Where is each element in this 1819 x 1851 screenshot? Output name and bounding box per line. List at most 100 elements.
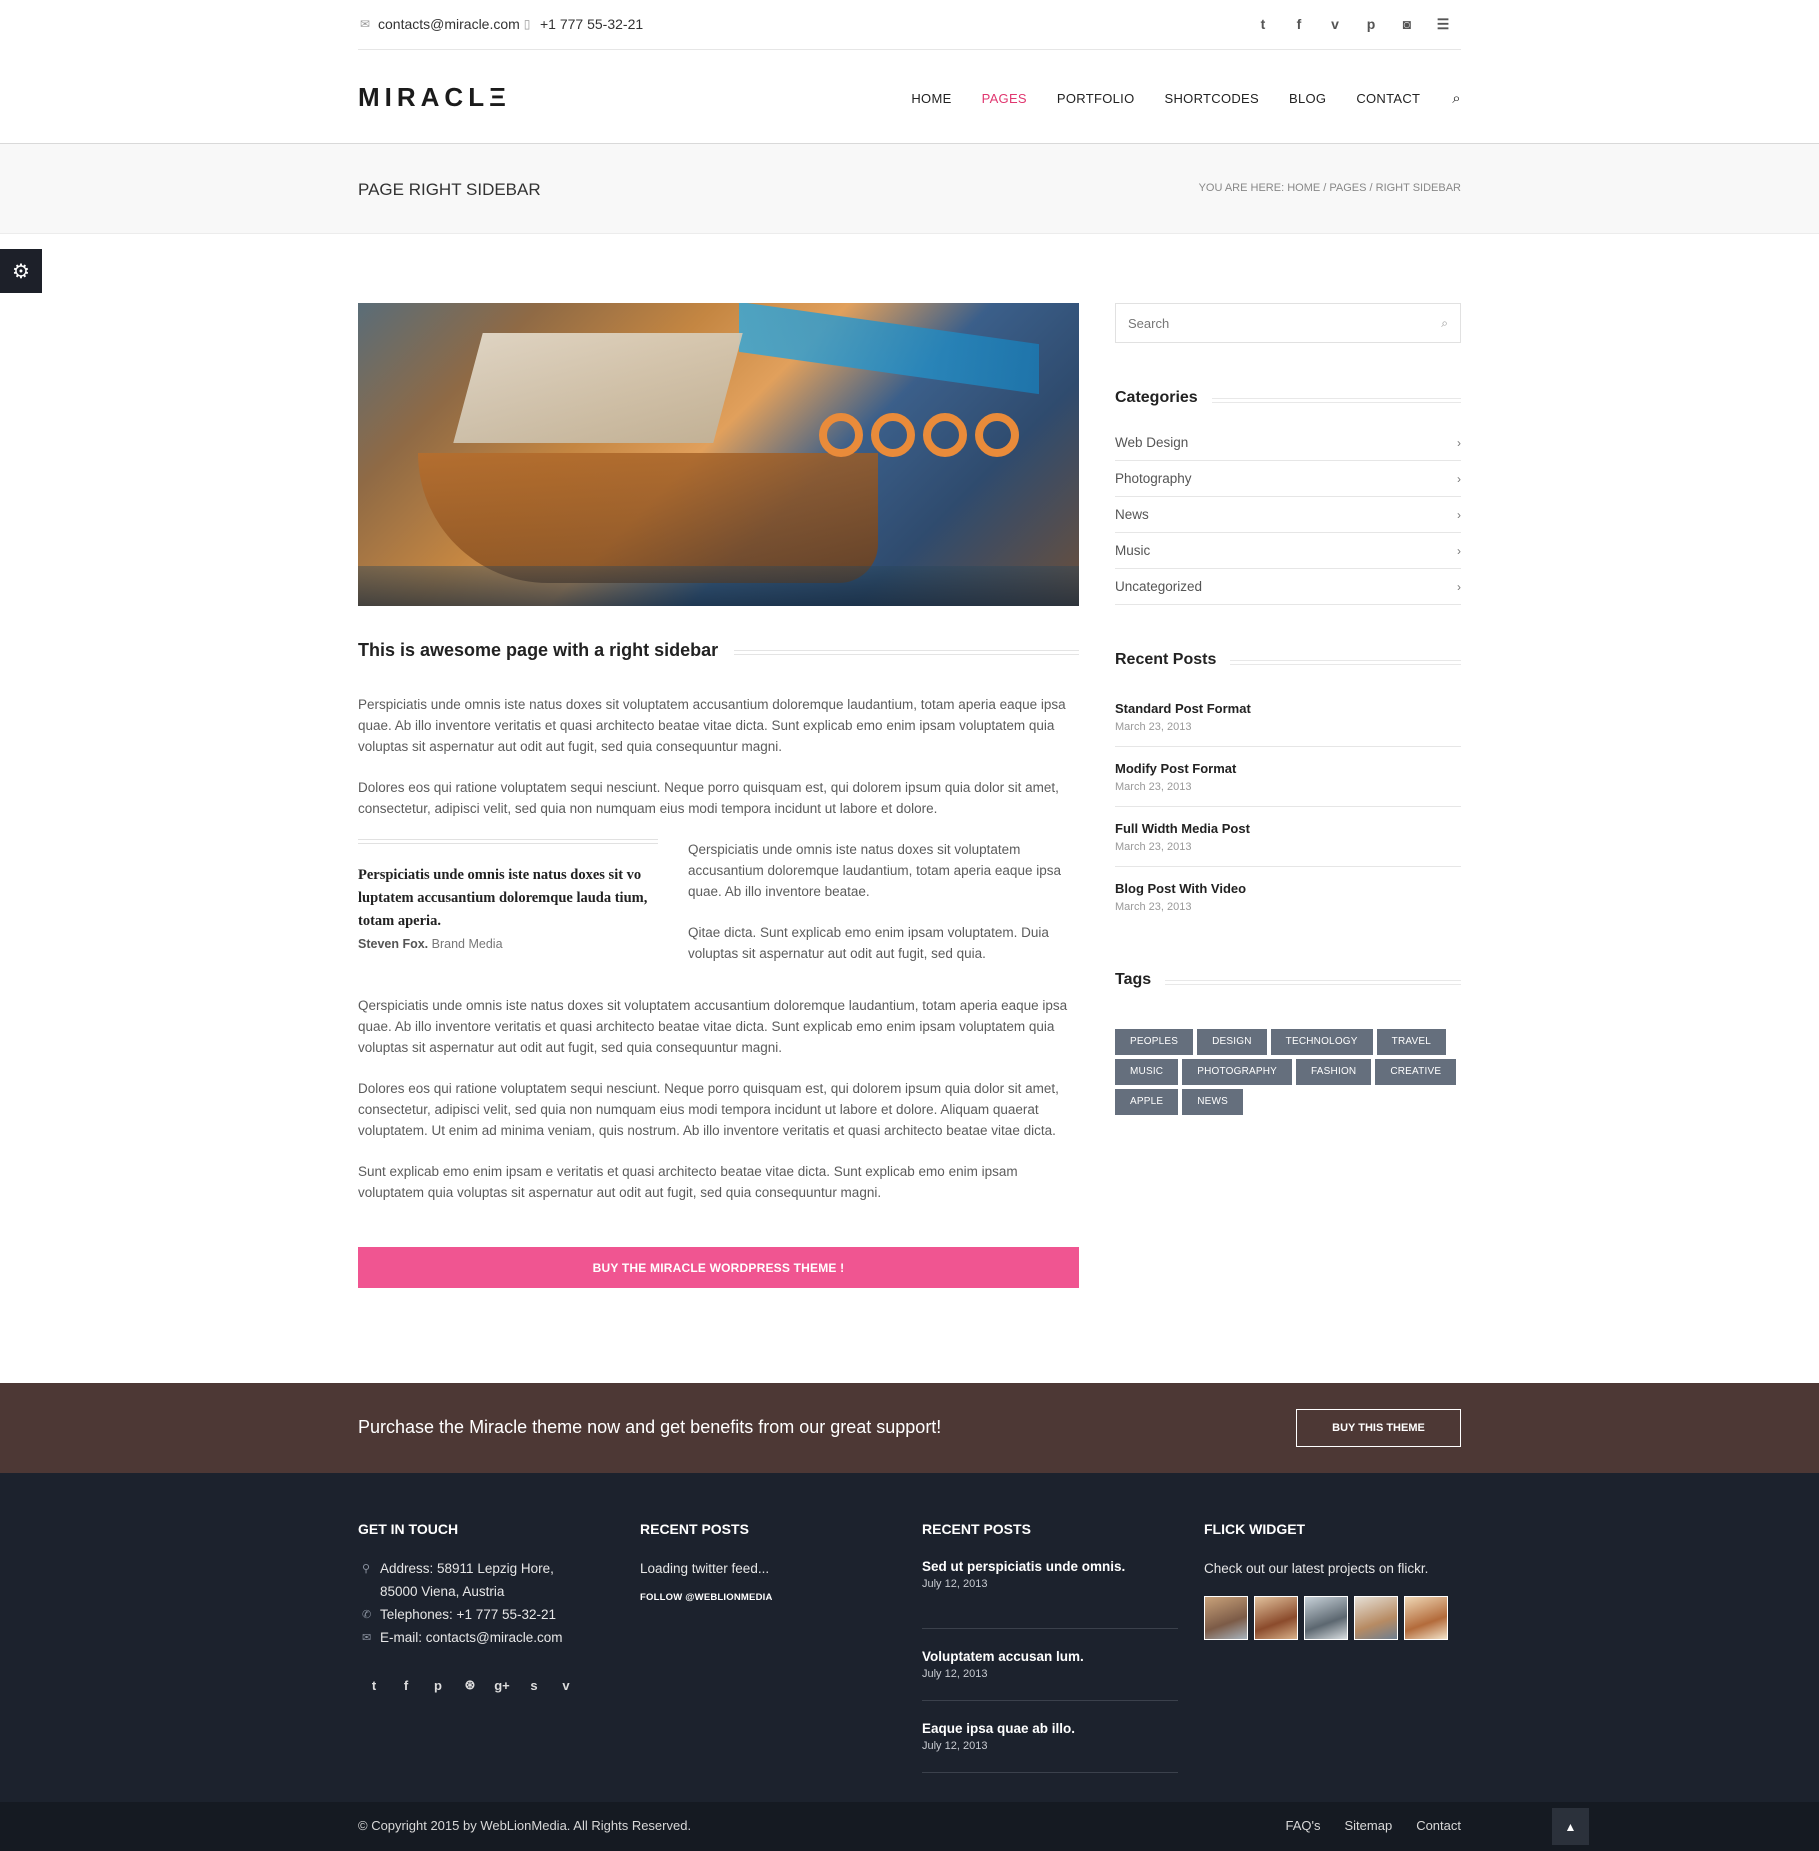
menu-icon[interactable]: ☰	[1425, 14, 1461, 34]
footer-social-links: t f p ⊛ g+ s v	[358, 1669, 614, 1701]
top-phone: ▯ +1 777 55-32-21	[520, 16, 643, 32]
mobile-icon: ▯	[523, 17, 531, 31]
hero-image	[358, 303, 1079, 606]
tag[interactable]: MUSIC	[1115, 1059, 1179, 1085]
tags-title: Tags	[1115, 971, 1461, 993]
list-item[interactable]: Blog Post With Video March 23, 2013	[1115, 867, 1461, 927]
envelope-icon: ✉	[362, 1632, 372, 1644]
top-email-text: contacts@miracle.com	[378, 16, 520, 32]
list-item[interactable]: Modify Post Format March 23, 2013	[1115, 747, 1461, 807]
google-plus-icon[interactable]: g+	[486, 1669, 518, 1701]
main-heading-text: This is awesome page with a right sideba…	[358, 640, 735, 661]
footer-link-sitemap[interactable]: Sitemap	[1344, 1818, 1392, 1833]
chevron-right-icon: ›	[1457, 435, 1461, 450]
tag[interactable]: PHOTOGRAPHY	[1182, 1059, 1293, 1085]
sidebar: ⌕ Categories Web Design› Photography› Ne…	[1115, 303, 1461, 1115]
top-social-links: t f v p ◙ ☰	[1245, 14, 1461, 34]
footer-bottom-bar: © Copyright 2015 by WebLionMedia. All Ri…	[0, 1802, 1819, 1851]
category-item[interactable]: Music ›	[1115, 533, 1461, 569]
side-paragraph-1: Qerspiciatis unde omnis iste natus doxes…	[688, 842, 1061, 899]
tag[interactable]: NEWS	[1182, 1089, 1244, 1115]
breadcrumb: YOU ARE HERE: HOME / PAGES / RIGHT SIDEB…	[1198, 182, 1461, 194]
facebook-icon[interactable]: f	[390, 1669, 422, 1701]
footer-twitter: RECENT POSTS Loading twitter feed... FOL…	[640, 1521, 896, 1603]
search-icon[interactable]: ⌕	[1452, 90, 1461, 107]
site-logo[interactable]: MIRACLΞ	[358, 82, 511, 113]
paragraph-1: Perspiciatis unde omnis iste natus doxes…	[358, 697, 1066, 754]
flickr-thumb[interactable]	[1354, 1596, 1398, 1640]
footer-email[interactable]: E-mail: contacts@miracle.com	[380, 1626, 563, 1649]
nav-contact[interactable]: CONTACT	[1356, 91, 1420, 106]
recent-posts-list: Standard Post Format March 23, 2013 Modif…	[1115, 687, 1461, 927]
top-email[interactable]: ✉ contacts@miracle.com	[358, 16, 520, 32]
flickr-thumb[interactable]	[1254, 1596, 1298, 1640]
settings-gear-icon[interactable]: ⚙	[0, 249, 42, 293]
category-item[interactable]: Uncategorized ›	[1115, 569, 1461, 605]
twitter-icon[interactable]: t	[1245, 14, 1281, 34]
flickr-thumb[interactable]	[1304, 1596, 1348, 1640]
top-bar: ✉ contacts@miracle.com ▯ +1 777 55-32-21…	[358, 0, 1461, 50]
twitter-icon[interactable]: t	[358, 1669, 390, 1701]
flickr-thumb[interactable]	[1204, 1596, 1248, 1640]
tag[interactable]: FASHION	[1296, 1059, 1372, 1085]
footer-phone: Telephones: +1 777 55-32-21	[380, 1607, 557, 1622]
phone-icon: ✆	[362, 1609, 372, 1621]
list-item[interactable]: Sed ut perspiciatis unde omnis. July 12, …	[922, 1557, 1178, 1629]
page-title-band: PAGE RIGHT SIDEBAR YOU ARE HERE: HOME / …	[0, 144, 1819, 234]
list-item[interactable]: Full Width Media Post March 23, 2013	[1115, 807, 1461, 867]
tag[interactable]: PEOPLES	[1115, 1029, 1194, 1055]
tag-cloud: PEOPLES DESIGN TECHNOLOGY TRAVEL MUSIC P…	[1115, 1029, 1461, 1115]
nav-home[interactable]: HOME	[911, 91, 951, 106]
chevron-right-icon: ›	[1457, 471, 1461, 486]
dribbble-icon[interactable]: ⊛	[454, 1669, 486, 1701]
chevron-right-icon: ›	[1457, 579, 1461, 594]
category-item[interactable]: Web Design ›	[1115, 425, 1461, 461]
tag[interactable]: APPLE	[1115, 1089, 1179, 1115]
footer-link-contact[interactable]: Contact	[1416, 1818, 1461, 1833]
quote-side-text: Qerspiciatis unde omnis iste natus doxes…	[688, 839, 1079, 964]
main-heading: This is awesome page with a right sideba…	[358, 640, 1079, 664]
flickr-thumb[interactable]	[1404, 1596, 1448, 1640]
pinterest-icon[interactable]: p	[1353, 14, 1389, 34]
paragraph-4: Dolores eos qui ratione voluptatem sequi…	[358, 1081, 1059, 1138]
chevron-right-icon: ›	[1457, 543, 1461, 558]
search-icon[interactable]: ⌕	[1441, 316, 1448, 331]
vimeo-icon[interactable]: v	[1317, 14, 1353, 34]
category-item[interactable]: Photography ›	[1115, 461, 1461, 497]
search-input[interactable]	[1116, 304, 1406, 342]
twitter-feed-text: Loading twitter feed...	[640, 1561, 770, 1576]
top-phone-text: +1 777 55-32-21	[540, 16, 644, 32]
recent-posts-title: Recent Posts	[1115, 651, 1461, 673]
list-item[interactable]: Eaque ipsa quae ab illo. July 12, 2013	[922, 1701, 1178, 1773]
paragraph-3: Qerspiciatis unde omnis iste natus doxes…	[358, 998, 1068, 1055]
instagram-icon[interactable]: ◙	[1389, 14, 1425, 34]
tag[interactable]: TRAVEL	[1376, 1029, 1447, 1055]
nav-portfolio[interactable]: PORTFOLIO	[1057, 91, 1135, 106]
nav-pages[interactable]: PAGES	[982, 91, 1027, 106]
quote-author: Steven Fox. Brand Media	[358, 937, 503, 951]
buy-theme-button[interactable]: BUY THE MIRACLE WORDPRESS THEME !	[358, 1247, 1079, 1288]
footer-link-faq[interactable]: FAQ's	[1285, 1818, 1320, 1833]
promo-band: Purchase the Miracle theme now and get b…	[0, 1383, 1819, 1473]
flickr-thumbnails	[1204, 1596, 1460, 1640]
tag[interactable]: TECHNOLOGY	[1270, 1029, 1373, 1055]
quote-text: Perspiciatis unde omnis iste natus doxes…	[358, 867, 648, 929]
list-item[interactable]: Voluptatem accusan lum. July 12, 2013	[922, 1629, 1178, 1701]
tag[interactable]: CREATIVE	[1375, 1059, 1457, 1085]
facebook-icon[interactable]: f	[1281, 14, 1317, 34]
nav-shortcodes[interactable]: SHORTCODES	[1165, 91, 1260, 106]
pinterest-icon[interactable]: p	[422, 1669, 454, 1701]
follow-link[interactable]: FOLLOW @WEBLIONMEDIA	[640, 1592, 896, 1603]
skype-icon[interactable]: s	[518, 1669, 550, 1701]
category-item[interactable]: News ›	[1115, 497, 1461, 533]
list-item[interactable]: Standard Post Format March 23, 2013	[1115, 687, 1461, 747]
chevron-right-icon: ›	[1457, 507, 1461, 522]
footer-flickr: FLICK WIDGET Check out our latest projec…	[1204, 1521, 1460, 1640]
tag[interactable]: DESIGN	[1197, 1029, 1267, 1055]
footer-get-in-touch: GET IN TOUCH ⚲ Address: 58911 Lepzig Hore…	[358, 1521, 614, 1701]
main-content: This is awesome page with a right sideba…	[358, 303, 1079, 1288]
vimeo-icon[interactable]: v	[550, 1669, 582, 1701]
buy-this-theme-button[interactable]: BUY THIS THEME	[1296, 1409, 1461, 1447]
nav-blog[interactable]: BLOG	[1289, 91, 1326, 106]
back-to-top-icon[interactable]: ▲	[1552, 1808, 1589, 1845]
